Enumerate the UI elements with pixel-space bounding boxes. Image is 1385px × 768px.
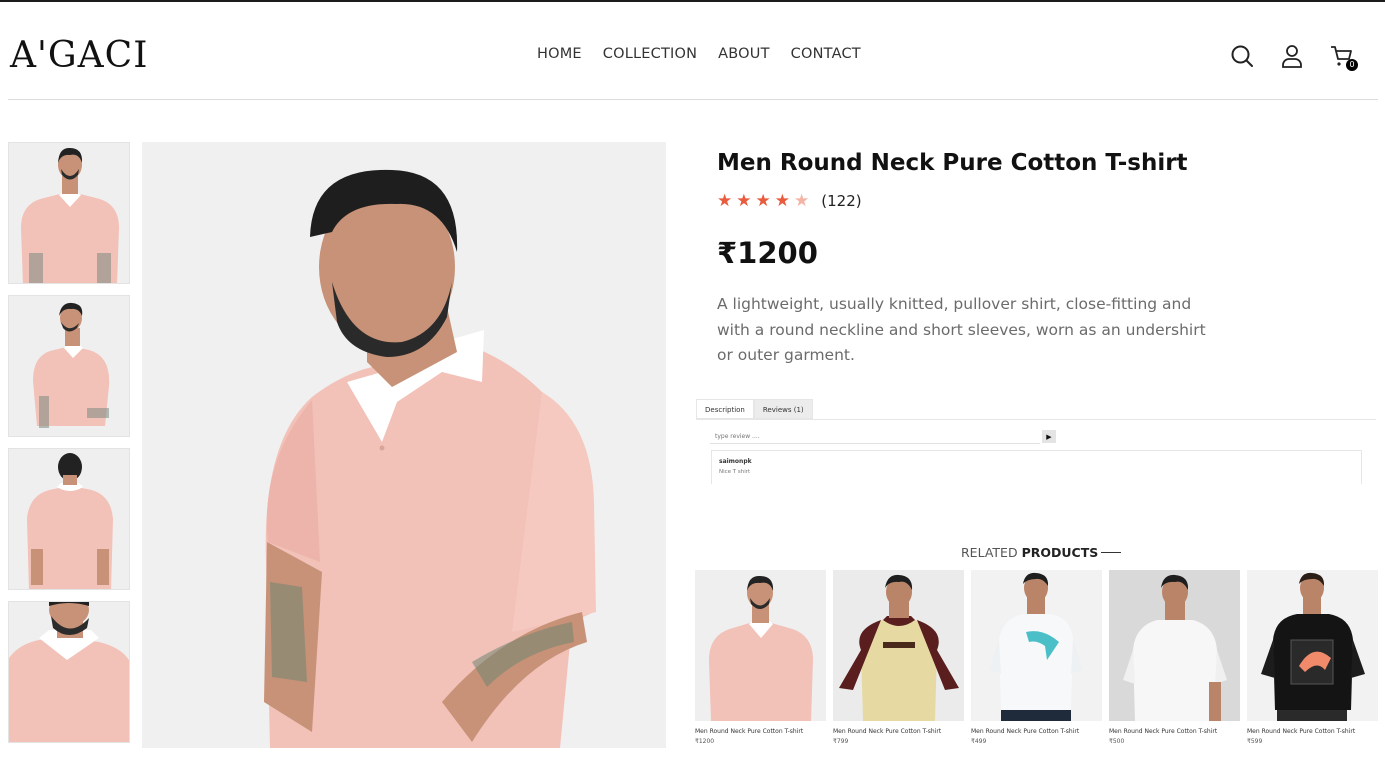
cart-icon[interactable]: 0: [1330, 44, 1358, 71]
cart-count-badge: 0: [1346, 59, 1358, 71]
product-card[interactable]: Men Round Neck Pure Cotton T-shirt ₹499: [971, 570, 1102, 745]
review-form: ▶: [710, 429, 1056, 444]
product-card-image[interactable]: [833, 570, 964, 721]
top-border: [0, 0, 1385, 2]
related-products-heading: RELATED PRODUCTS: [961, 545, 1122, 560]
product-card-image[interactable]: [695, 570, 826, 721]
product-tabs: Description Reviews (1): [696, 399, 1376, 420]
product-card[interactable]: Men Round Neck Pure Cotton T-shirt ₹500: [1109, 570, 1240, 745]
product-card-price: ₹1200: [695, 738, 715, 745]
user-icon[interactable]: [1280, 44, 1304, 68]
product-card-name[interactable]: Men Round Neck Pure Cotton T-shirt: [833, 728, 964, 735]
product-card-image[interactable]: [1247, 570, 1378, 721]
nav-collection[interactable]: COLLECTION: [603, 46, 697, 62]
tab-description[interactable]: Description: [696, 399, 754, 419]
review-input[interactable]: [710, 429, 1040, 444]
product-card-name[interactable]: Men Round Neck Pure Cotton T-shirt: [1247, 728, 1378, 735]
star-icon: ★: [755, 190, 771, 211]
search-icon[interactable]: [1230, 44, 1254, 68]
main-nav: HOME COLLECTION ABOUT CONTACT: [537, 46, 861, 62]
product-rating: ★ ★ ★ ★ ★ (122): [717, 192, 1277, 210]
heading-divider: [1101, 551, 1122, 554]
thumbnail-back[interactable]: [8, 448, 130, 590]
nav-about[interactable]: ABOUT: [718, 46, 770, 62]
send-review-button[interactable]: ▶: [1042, 430, 1056, 443]
product-card-name[interactable]: Men Round Neck Pure Cotton T-shirt: [971, 728, 1102, 735]
related-heading-light: RELATED: [961, 545, 1018, 560]
related-heading-bold: PRODUCTS: [1021, 545, 1099, 560]
related-products-list: Men Round Neck Pure Cotton T-shirt ₹1200…: [695, 570, 1378, 745]
thumbnail-front[interactable]: [8, 142, 130, 284]
header-icons: 0: [1230, 44, 1358, 71]
star-outline-icon: ★: [794, 190, 810, 211]
product-card-image[interactable]: [971, 570, 1102, 721]
product-card[interactable]: Men Round Neck Pure Cotton T-shirt ₹799: [833, 570, 964, 745]
tab-reviews[interactable]: Reviews (1): [753, 399, 813, 419]
star-icon: ★: [774, 190, 790, 211]
product-card[interactable]: Men Round Neck Pure Cotton T-shirt ₹1200: [695, 570, 826, 745]
star-icon: ★: [736, 190, 752, 211]
product-title: Men Round Neck Pure Cotton T-shirt: [717, 150, 1188, 176]
brand-logo[interactable]: A'GACI: [10, 36, 148, 76]
product-card-price: ₹499: [971, 738, 987, 745]
review-author: saimonpk: [719, 458, 752, 465]
nav-contact[interactable]: CONTACT: [791, 46, 861, 62]
product-card-image[interactable]: [1109, 570, 1240, 721]
review-text: Nice T shirt: [719, 469, 751, 475]
review-item: saimonpk Nice T shirt: [711, 450, 1362, 484]
product-price: ₹1200: [717, 236, 818, 270]
thumbnail-list: [8, 142, 130, 754]
star-icon: ★: [717, 190, 733, 211]
main-product-image[interactable]: [142, 142, 666, 748]
nav-home[interactable]: HOME: [537, 46, 582, 62]
product-card[interactable]: Men Round Neck Pure Cotton T-shirt ₹599: [1247, 570, 1378, 745]
product-card-price: ₹500: [1109, 738, 1125, 745]
thumbnail-closeup[interactable]: [8, 601, 130, 743]
product-card-name[interactable]: Men Round Neck Pure Cotton T-shirt: [695, 728, 826, 735]
product-info: Men Round Neck Pure Cotton T-shirt ★ ★ ★…: [717, 150, 1277, 369]
product-card-price: ₹599: [1247, 738, 1263, 745]
product-card-price: ₹799: [833, 738, 849, 745]
product-description: A lightweight, usually knitted, pullover…: [717, 295, 1206, 364]
product-card-name[interactable]: Men Round Neck Pure Cotton T-shirt: [1109, 728, 1240, 735]
thumbnail-side[interactable]: [8, 295, 130, 437]
review-count: (122): [821, 192, 862, 210]
site-header: A'GACI HOME COLLECTION ABOUT CONTACT 0: [8, 12, 1378, 100]
